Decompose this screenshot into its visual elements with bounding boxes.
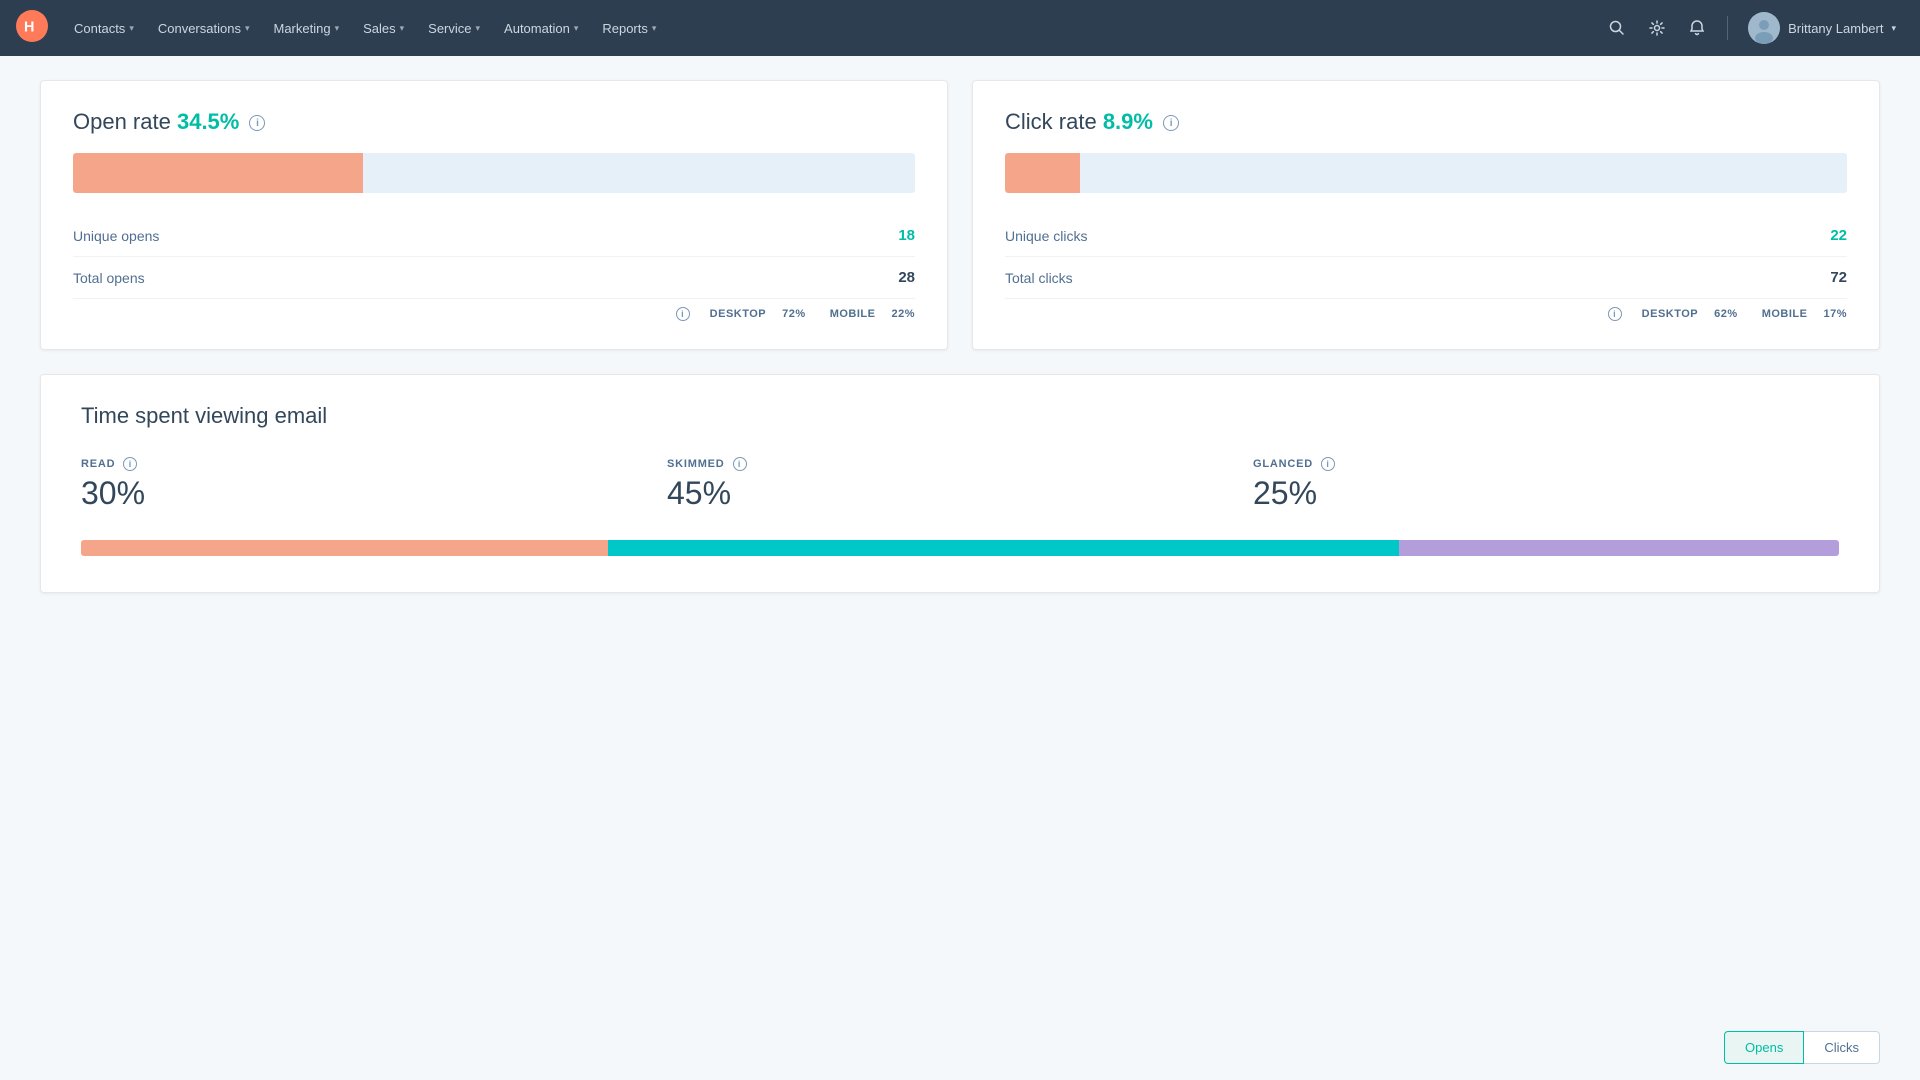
chevron-down-icon: ▾ bbox=[129, 23, 134, 34]
chevron-down-icon: ▾ bbox=[400, 23, 405, 34]
open-rate-info-icon[interactable]: i bbox=[249, 115, 265, 131]
nav-divider bbox=[1727, 16, 1728, 40]
clicks-tab-button[interactable]: Clicks bbox=[1804, 1031, 1880, 1064]
nav-reports[interactable]: Reports ▾ bbox=[592, 13, 666, 44]
avatar bbox=[1748, 12, 1780, 44]
nav-service[interactable]: Service ▾ bbox=[418, 13, 490, 44]
click-mobile-label: MOBILE bbox=[1762, 308, 1808, 320]
total-opens-value: 28 bbox=[898, 269, 915, 286]
chevron-down-icon: ▾ bbox=[574, 23, 579, 34]
read-label: READ bbox=[81, 458, 115, 470]
click-rate-progress-bar bbox=[1005, 153, 1847, 193]
skimmed-info-icon[interactable]: i bbox=[733, 457, 747, 471]
open-rate-card: Open rate 34.5% i Unique opens 18 Total … bbox=[40, 80, 948, 350]
click-desktop-pct: 62% bbox=[1714, 308, 1738, 320]
total-opens-label: Total opens bbox=[73, 270, 145, 286]
bottom-tab-buttons: Opens Clicks bbox=[1724, 1031, 1880, 1080]
click-desktop-label: DESKTOP bbox=[1642, 308, 1698, 320]
glanced-bar-segment bbox=[1399, 540, 1839, 556]
glanced-info-icon[interactable]: i bbox=[1321, 457, 1335, 471]
nav-marketing[interactable]: Marketing ▾ bbox=[263, 13, 349, 44]
unique-clicks-row: Unique clicks 22 bbox=[1005, 215, 1847, 257]
time-spent-card: Time spent viewing email READ i 30% SKIM… bbox=[40, 374, 1880, 593]
user-chevron-icon: ▾ bbox=[1891, 23, 1896, 34]
notifications-button[interactable] bbox=[1679, 10, 1715, 46]
chevron-down-icon: ▾ bbox=[476, 23, 481, 34]
skimmed-bar-segment bbox=[608, 540, 1399, 556]
nav-automation[interactable]: Automation ▾ bbox=[494, 13, 588, 44]
click-rate-device-row: i DESKTOP 62% MOBILE 17% bbox=[1005, 307, 1847, 321]
skimmed-value: 45% bbox=[667, 475, 1253, 512]
click-rate-title: Click rate 8.9% i bbox=[1005, 109, 1847, 135]
total-opens-row: Total opens 28 bbox=[73, 257, 915, 299]
glanced-label: GLANCED bbox=[1253, 458, 1313, 470]
read-info-icon[interactable]: i bbox=[123, 457, 137, 471]
metrics-cards-row: Open rate 34.5% i Unique opens 18 Total … bbox=[40, 80, 1880, 350]
open-rate-progress-bar bbox=[73, 153, 915, 193]
click-rate-value: 8.9% bbox=[1103, 109, 1153, 134]
hubspot-brand[interactable]: H bbox=[16, 10, 48, 47]
nav-conversations[interactable]: Conversations ▾ bbox=[148, 13, 260, 44]
chevron-down-icon: ▾ bbox=[335, 23, 340, 34]
open-desktop-pct: 72% bbox=[782, 308, 806, 320]
user-menu[interactable]: Brittany Lambert ▾ bbox=[1740, 8, 1904, 48]
settings-button[interactable] bbox=[1639, 10, 1675, 46]
skimmed-metric: SKIMMED i 45% bbox=[667, 457, 1253, 512]
read-bar-segment bbox=[81, 540, 608, 556]
total-clicks-value: 72 bbox=[1830, 269, 1847, 286]
nav-contacts[interactable]: Contacts ▾ bbox=[64, 13, 144, 44]
click-mobile-pct: 17% bbox=[1823, 308, 1847, 320]
open-mobile-label: MOBILE bbox=[830, 308, 876, 320]
time-stacked-bar bbox=[81, 540, 1839, 556]
total-clicks-label: Total clicks bbox=[1005, 270, 1073, 286]
open-desktop-label: DESKTOP bbox=[710, 308, 766, 320]
open-rate-title: Open rate 34.5% i bbox=[73, 109, 915, 135]
skimmed-label: SKIMMED bbox=[667, 458, 725, 470]
chevron-down-icon: ▾ bbox=[652, 23, 657, 34]
unique-clicks-value: 22 bbox=[1830, 227, 1847, 244]
glanced-value: 25% bbox=[1253, 475, 1839, 512]
unique-clicks-label: Unique clicks bbox=[1005, 228, 1087, 244]
click-rate-bar-fill bbox=[1005, 153, 1080, 193]
open-device-info-icon[interactable]: i bbox=[676, 307, 690, 321]
click-rate-info-icon[interactable]: i bbox=[1163, 115, 1179, 131]
click-device-info-icon[interactable]: i bbox=[1608, 307, 1622, 321]
unique-opens-label: Unique opens bbox=[73, 228, 159, 244]
open-mobile-pct: 22% bbox=[891, 308, 915, 320]
chevron-down-icon: ▾ bbox=[245, 23, 250, 34]
unique-opens-value: 18 bbox=[898, 227, 915, 244]
open-rate-device-row: i DESKTOP 72% MOBILE 22% bbox=[73, 307, 915, 321]
username-label: Brittany Lambert bbox=[1788, 21, 1883, 36]
search-button[interactable] bbox=[1599, 10, 1635, 46]
click-rate-card: Click rate 8.9% i Unique clicks 22 Total… bbox=[972, 80, 1880, 350]
read-metric: READ i 30% bbox=[81, 457, 667, 512]
navbar: H Contacts ▾ Conversations ▾ Marketing ▾… bbox=[0, 0, 1920, 56]
open-rate-value: 34.5% bbox=[177, 109, 239, 134]
unique-opens-row: Unique opens 18 bbox=[73, 215, 915, 257]
opens-tab-button[interactable]: Opens bbox=[1724, 1031, 1804, 1064]
time-spent-title: Time spent viewing email bbox=[81, 403, 1839, 429]
main-content: Open rate 34.5% i Unique opens 18 Total … bbox=[0, 56, 1920, 641]
navbar-actions: Brittany Lambert ▾ bbox=[1599, 8, 1904, 48]
total-clicks-row: Total clicks 72 bbox=[1005, 257, 1847, 299]
open-rate-bar-fill bbox=[73, 153, 363, 193]
glanced-metric: GLANCED i 25% bbox=[1253, 457, 1839, 512]
time-metrics-row: READ i 30% SKIMMED i 45% GLANCED i 25% bbox=[81, 457, 1839, 512]
svg-text:H: H bbox=[24, 19, 34, 35]
nav-sales[interactable]: Sales ▾ bbox=[353, 13, 414, 44]
read-value: 30% bbox=[81, 475, 667, 512]
